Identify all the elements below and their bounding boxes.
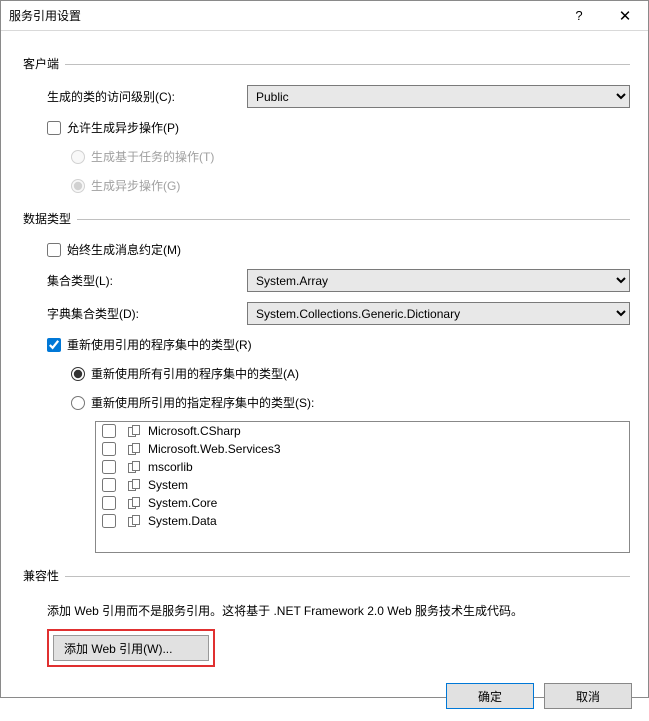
- row-collection-type: 集合类型(L): System.Array: [47, 269, 630, 292]
- row-task-based: 生成基于任务的操作(T): [71, 148, 630, 165]
- assembly-icon: [128, 461, 142, 473]
- assembly-icon: [128, 443, 142, 455]
- group-header-datatypes-label: 数据类型: [23, 210, 71, 227]
- assembly-checkbox[interactable]: [102, 424, 116, 438]
- window-title: 服务引用设置: [9, 7, 556, 24]
- reuse-all-radio[interactable]: [71, 367, 85, 381]
- reuse-types-checkbox[interactable]: [47, 338, 61, 352]
- assembly-icon: [128, 479, 142, 491]
- msg-contracts-checkbox[interactable]: [47, 243, 61, 257]
- assembly-checkbox[interactable]: [102, 514, 116, 528]
- row-async-ops: 生成异步操作(G): [71, 177, 630, 194]
- msg-contracts-label: 始终生成消息约定(M): [67, 241, 181, 258]
- access-level-combo[interactable]: Public: [247, 85, 630, 108]
- assembly-checkbox[interactable]: [102, 442, 116, 456]
- reuse-all-label: 重新使用所有引用的程序集中的类型(A): [91, 365, 299, 382]
- add-web-reference-label: 添加 Web 引用(W)...: [64, 642, 172, 656]
- assembly-icon: [128, 497, 142, 509]
- group-header-compat: 兼容性: [23, 567, 630, 584]
- assembly-name: Microsoft.CSharp: [148, 424, 241, 438]
- dialog-window: 服务引用设置 ? ✕ 客户端 生成的类的访问级别(C): Public 允许生成…: [0, 0, 649, 698]
- async-ops-label: 生成异步操作(G): [91, 177, 180, 194]
- compat-text: 添加 Web 引用而不是服务引用。这将基于 .NET Framework 2.0…: [47, 602, 630, 619]
- titlebar: 服务引用设置 ? ✕: [1, 1, 648, 31]
- assembly-checkbox[interactable]: [102, 478, 116, 492]
- dialog-content: 客户端 生成的类的访问级别(C): Public 允许生成异步操作(P) 生成基…: [1, 31, 648, 673]
- assembly-name: System.Core: [148, 496, 217, 510]
- assembly-item[interactable]: System.Data: [96, 512, 629, 530]
- assembly-list[interactable]: Microsoft.CSharp Microsoft.Web.Services3 m…: [95, 421, 630, 553]
- divider: [65, 64, 630, 65]
- task-based-radio: [71, 150, 85, 164]
- assembly-item[interactable]: mscorlib: [96, 458, 629, 476]
- assembly-item[interactable]: System.Core: [96, 494, 629, 512]
- row-reuse-types: 重新使用引用的程序集中的类型(R): [47, 336, 630, 353]
- assembly-name: System: [148, 478, 188, 492]
- assembly-checkbox[interactable]: [102, 460, 116, 474]
- dictionary-type-combo[interactable]: System.Collections.Generic.Dictionary: [247, 302, 630, 325]
- row-allow-async: 允许生成异步操作(P): [47, 119, 630, 136]
- assembly-item[interactable]: System: [96, 476, 629, 494]
- help-button[interactable]: ?: [556, 1, 602, 31]
- group-header-compat-label: 兼容性: [23, 567, 59, 584]
- assembly-name: Microsoft.Web.Services3: [148, 442, 281, 456]
- row-msg-contracts: 始终生成消息约定(M): [47, 241, 630, 258]
- assembly-name: mscorlib: [148, 460, 193, 474]
- row-dictionary-type: 字典集合类型(D): System.Collections.Generic.Di…: [47, 302, 630, 325]
- web-ref-highlight: 添加 Web 引用(W)...: [47, 629, 215, 667]
- row-reuse-specified: 重新使用所引用的指定程序集中的类型(S):: [71, 394, 630, 411]
- close-button[interactable]: ✕: [602, 1, 648, 31]
- ok-button[interactable]: 确定: [446, 683, 534, 709]
- access-level-label-text: 生成的类的访问级别(C):: [47, 90, 175, 104]
- divider: [65, 576, 630, 577]
- access-level-label: 生成的类的访问级别(C):: [47, 88, 247, 105]
- assembly-item[interactable]: Microsoft.Web.Services3: [96, 440, 629, 458]
- add-web-reference-button[interactable]: 添加 Web 引用(W)...: [53, 635, 209, 661]
- task-based-label: 生成基于任务的操作(T): [91, 148, 214, 165]
- reuse-specified-radio[interactable]: [71, 396, 85, 410]
- async-ops-radio: [71, 179, 85, 193]
- group-header-datatypes: 数据类型: [23, 210, 630, 227]
- dialog-footer: 确定 取消: [1, 673, 648, 721]
- cancel-button[interactable]: 取消: [544, 683, 632, 709]
- reuse-specified-label: 重新使用所引用的指定程序集中的类型(S):: [91, 394, 314, 411]
- assembly-icon: [128, 425, 142, 437]
- allow-async-label: 允许生成异步操作(P): [67, 119, 179, 136]
- collection-type-combo[interactable]: System.Array: [247, 269, 630, 292]
- row-reuse-all: 重新使用所有引用的程序集中的类型(A): [71, 365, 630, 382]
- assembly-checkbox[interactable]: [102, 496, 116, 510]
- collection-type-label: 集合类型(L):: [47, 272, 247, 289]
- assembly-name: System.Data: [148, 514, 217, 528]
- dictionary-type-label: 字典集合类型(D):: [47, 305, 247, 322]
- group-header-client: 客户端: [23, 55, 630, 72]
- divider: [77, 219, 630, 220]
- assembly-icon: [128, 515, 142, 527]
- reuse-types-label: 重新使用引用的程序集中的类型(R): [67, 336, 252, 353]
- group-header-client-label: 客户端: [23, 55, 59, 72]
- row-access-level: 生成的类的访问级别(C): Public: [47, 85, 630, 108]
- allow-async-checkbox[interactable]: [47, 121, 61, 135]
- assembly-item[interactable]: Microsoft.CSharp: [96, 422, 629, 440]
